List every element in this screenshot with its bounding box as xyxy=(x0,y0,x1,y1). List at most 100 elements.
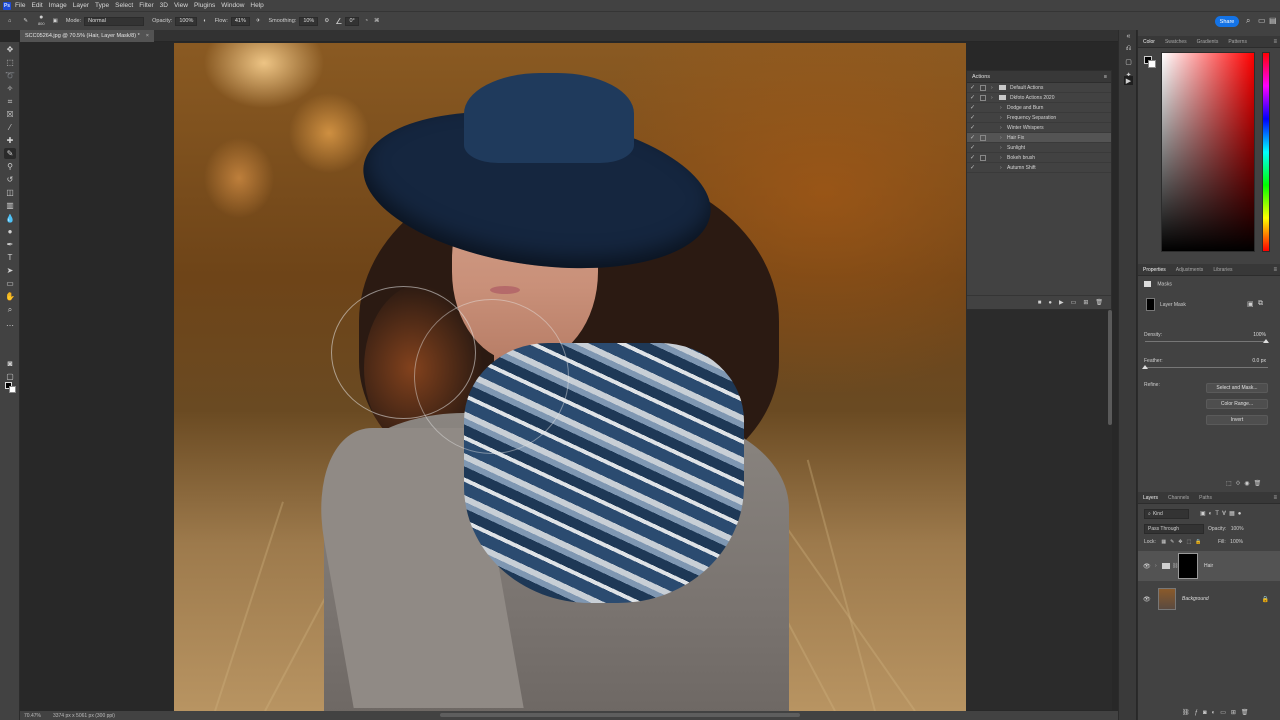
menu-edit[interactable]: Edit xyxy=(31,2,42,9)
workspace-icon[interactable]: ▭ xyxy=(1258,16,1266,25)
document-tab[interactable]: SCC05264.jpg @ 70.5% (Hair, Layer Mask/8… xyxy=(20,30,154,42)
pen-tool-icon[interactable]: ✒ xyxy=(4,239,16,250)
mode-select[interactable]: Normal xyxy=(84,16,145,26)
tab-properties[interactable]: Properties xyxy=(1138,267,1171,273)
search-icon[interactable]: ⌕ xyxy=(1246,16,1250,26)
fill-value[interactable]: 100% xyxy=(1230,539,1243,545)
add-vector-mask-icon[interactable]: ⧉ xyxy=(1258,300,1263,308)
layer-name[interactable]: Background xyxy=(1182,596,1209,602)
frame-tool-icon[interactable]: ☒ xyxy=(4,109,16,120)
menu-type[interactable]: Type xyxy=(95,2,109,9)
properties-footer-icons[interactable]: ⬚⟐◉🗑 xyxy=(1226,480,1265,488)
airbrush-icon[interactable]: ✈ xyxy=(256,18,261,24)
expand-chevron-icon[interactable]: › xyxy=(1000,135,1002,141)
properties-panel-menu-icon[interactable]: ≡ xyxy=(1273,267,1277,273)
blend-mode-select[interactable]: Pass Through xyxy=(1144,524,1204,534)
layers-panel-menu-icon[interactable]: ≡ xyxy=(1273,495,1277,501)
path-select-tool-icon[interactable]: ➤ xyxy=(4,265,16,276)
screen-mode-icon[interactable]: ▢ xyxy=(4,371,16,382)
portrait-photo[interactable] xyxy=(174,43,966,711)
density-slider[interactable] xyxy=(1145,341,1268,342)
feather-value[interactable]: 0.0 px xyxy=(1252,358,1266,364)
brush-tool-icon[interactable]: ✎ xyxy=(4,148,16,159)
layer-opacity-value[interactable]: 100% xyxy=(1231,526,1244,532)
menu-view[interactable]: View xyxy=(174,2,188,9)
record-icon[interactable]: ● xyxy=(1048,300,1052,306)
menu-plugins[interactable]: Plugins xyxy=(194,2,215,9)
pressure-size-icon[interactable]: ◔ xyxy=(365,18,368,24)
background-color-swatch[interactable] xyxy=(1148,60,1156,68)
action-toggle-check-icon[interactable]: ✓ xyxy=(970,144,975,151)
action-row[interactable]: ✓ › Winter Whispers xyxy=(967,123,1111,133)
density-slider-thumb[interactable] xyxy=(1263,339,1269,343)
zoom-tool-icon[interactable]: ⌕ xyxy=(4,304,16,315)
dialog-toggle-icon[interactable] xyxy=(980,94,986,101)
color-panel-menu-icon[interactable]: ≡ xyxy=(1273,39,1277,45)
menu-file[interactable]: File xyxy=(15,2,25,9)
lock-icons[interactable]: ▦✎✥⬚🔒 xyxy=(1161,539,1205,545)
action-toggle-check-icon[interactable]: ✓ xyxy=(970,104,975,111)
quick-select-tool-icon[interactable]: ✧ xyxy=(4,83,16,94)
close-tab-icon[interactable]: × xyxy=(146,33,149,39)
lasso-tool-icon[interactable]: ➰ xyxy=(4,70,16,81)
dialog-toggle-icon[interactable] xyxy=(980,134,986,141)
blur-tool-icon[interactable]: 💧 xyxy=(4,213,16,224)
tab-gradients[interactable]: Gradients xyxy=(1192,39,1224,45)
expand-chevron-icon[interactable]: › xyxy=(1000,165,1002,171)
smoothing-gear-icon[interactable]: ⚙ xyxy=(324,18,329,24)
actions-panel-menu-icon[interactable]: ≡ xyxy=(1104,74,1107,80)
action-toggle-check-icon[interactable]: ✓ xyxy=(970,84,975,91)
eyedropper-tool-icon[interactable]: ⁄ xyxy=(4,122,16,133)
background-color-swatch[interactable] xyxy=(9,386,16,393)
new-set-icon[interactable]: ▭ xyxy=(1071,299,1077,306)
flow-field[interactable]: 41% xyxy=(230,16,250,26)
expand-chevron-icon[interactable]: › xyxy=(1000,115,1002,121)
layers-footer-icons[interactable]: ⛓ƒ◙◐▭⊞🗑 xyxy=(1182,709,1254,716)
menu-3d[interactable]: 3D xyxy=(160,2,168,9)
pressure-opacity-icon[interactable]: ◐ xyxy=(203,18,206,24)
action-toggle-check-icon[interactable]: ✓ xyxy=(970,164,975,171)
eraser-tool-icon[interactable]: ◫ xyxy=(4,187,16,198)
action-toggle-check-icon[interactable]: ✓ xyxy=(970,94,975,101)
invert-button[interactable]: Invert xyxy=(1206,415,1268,425)
expand-chevron-icon[interactable]: › xyxy=(991,95,993,101)
layer-row-hair[interactable]: 👁 › ⛓ Hair xyxy=(1138,551,1280,581)
action-row[interactable]: ✓ › Dkfoto Actions 2020 xyxy=(967,93,1111,103)
gradient-tool-icon[interactable]: ▥ xyxy=(4,200,16,211)
action-row[interactable]: ✓ › Autumn Shift xyxy=(967,163,1111,173)
visibility-eye-icon[interactable]: 👁 xyxy=(1143,563,1151,570)
select-pixel-mask-icon[interactable]: ▣ xyxy=(1247,300,1254,308)
dialog-toggle-icon[interactable] xyxy=(980,154,986,161)
new-action-icon[interactable]: ⊞ xyxy=(1083,299,1088,306)
dodge-tool-icon[interactable]: ● xyxy=(4,226,16,237)
expand-chevron-icon[interactable]: › xyxy=(1000,105,1002,111)
quick-mask-icon[interactable]: ◙ xyxy=(4,358,16,369)
more-tools-icon[interactable]: ⋯ xyxy=(4,320,16,331)
action-row[interactable]: ✓ › Sunlight xyxy=(967,143,1111,153)
color-range-button[interactable]: Color Range... xyxy=(1206,399,1268,409)
actions-panel-title[interactable]: Actions xyxy=(972,74,990,80)
menu-filter[interactable]: Filter xyxy=(139,2,153,9)
action-row[interactable]: ✓ › Bokeh brush xyxy=(967,153,1111,163)
zoom-level[interactable]: 70.47% xyxy=(24,713,41,719)
history-brush-tool-icon[interactable]: ↺ xyxy=(4,174,16,185)
action-toggle-check-icon[interactable]: ✓ xyxy=(970,154,975,161)
hue-slider[interactable] xyxy=(1262,52,1270,252)
color-picker-field[interactable] xyxy=(1161,52,1255,252)
vertical-scrollbar[interactable] xyxy=(1108,310,1112,425)
arrange-icon[interactable]: ▤ xyxy=(1269,16,1277,25)
tab-layers[interactable]: Layers xyxy=(1138,495,1163,501)
tab-paths[interactable]: Paths xyxy=(1194,495,1217,501)
menu-window[interactable]: Window xyxy=(221,2,244,9)
horizontal-scrollbar[interactable] xyxy=(440,713,800,717)
brush-preset-picker[interactable]: ● 800 xyxy=(38,14,45,27)
expand-chevron-icon[interactable]: › xyxy=(991,85,993,91)
visibility-eye-icon[interactable]: 👁 xyxy=(1143,596,1151,603)
tab-adjustments[interactable]: Adjustments xyxy=(1171,267,1209,273)
tab-swatches[interactable]: Swatches xyxy=(1160,39,1192,45)
tab-libraries[interactable]: Libraries xyxy=(1208,267,1237,273)
expand-chevron-icon[interactable]: › xyxy=(1000,125,1002,131)
comments-icon[interactable]: ▢ xyxy=(1124,57,1133,66)
collapse-icon[interactable]: « xyxy=(1124,32,1133,41)
feather-slider-thumb[interactable] xyxy=(1142,365,1148,369)
